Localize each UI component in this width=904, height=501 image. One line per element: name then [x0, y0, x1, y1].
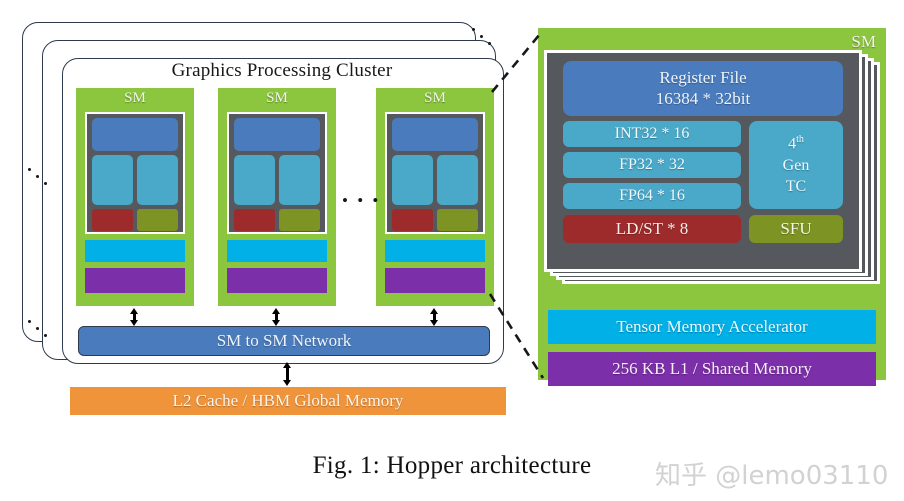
- sm-network-arrow: [430, 308, 439, 326]
- l1-shared-memory-bar[interactable]: 256 KB L1 / Shared Memory: [548, 352, 876, 386]
- gpc-stack-ellipsis: [28, 320, 54, 340]
- network-memory-arrow: [283, 362, 292, 386]
- cluster-sfu-block: [437, 209, 478, 231]
- cluster-alu-block-right: [137, 155, 178, 205]
- cluster-sm-core: [85, 112, 185, 234]
- register-file-size: 16384 * 32bit: [655, 88, 751, 108]
- gpc-stack-ellipsis: [472, 28, 498, 48]
- cluster-sm-label: SM: [266, 90, 288, 106]
- cluster-alu-block-left: [92, 155, 133, 205]
- tensor-core-gen-line: 4th: [788, 133, 804, 154]
- ldst-unit-block[interactable]: LD/ST * 8: [563, 215, 741, 243]
- cluster-sfu-block: [279, 209, 320, 231]
- cluster-ldst-block: [392, 209, 433, 231]
- cluster-tma-bar: [385, 240, 485, 262]
- fp32-unit-row[interactable]: FP32 * 32: [563, 152, 741, 178]
- tensor-memory-accelerator-bar[interactable]: Tensor Memory Accelerator: [548, 310, 876, 344]
- cluster-ldst-block: [234, 209, 275, 231]
- cluster-alu-block-left: [234, 155, 275, 205]
- sm-repeat-ellipsis: • • •: [342, 191, 381, 210]
- int32-unit-row[interactable]: INT32 * 16: [563, 121, 741, 147]
- cluster-register-file-block: [392, 118, 478, 151]
- gpc-title: Graphics Processing Cluster: [171, 60, 393, 81]
- tensor-core-gen-number: 4: [788, 135, 797, 153]
- cluster-sm-block[interactable]: SM: [218, 88, 336, 306]
- cluster-sm-label: SM: [424, 90, 446, 106]
- sm-detail-panel: SM Register File 16384 * 32bit INT32 * 1…: [538, 28, 886, 386]
- cluster-l1-bar: [85, 268, 185, 293]
- cluster-sm-block[interactable]: SM: [376, 88, 494, 306]
- cluster-register-file-block: [234, 118, 320, 151]
- cluster-alu-block-right: [279, 155, 320, 205]
- fp64-unit-row[interactable]: FP64 * 16: [563, 183, 741, 209]
- figure-canvas: Graphics Processing Cluster SM SM SM • •…: [0, 0, 904, 501]
- l2-cache-bar[interactable]: L2 Cache / HBM Global Memory: [70, 387, 506, 415]
- sm-network-arrow: [272, 308, 281, 326]
- tensor-core-gen-label: Gen: [782, 156, 810, 174]
- sfu-unit-block[interactable]: SFU: [749, 215, 843, 243]
- cluster-sm-label: SM: [124, 90, 146, 106]
- cluster-l1-bar: [227, 268, 327, 293]
- register-file-block[interactable]: Register File 16384 * 32bit: [563, 61, 843, 116]
- gpc-stack-ellipsis: [28, 168, 54, 188]
- tensor-core-gen-suffix: th: [796, 134, 804, 146]
- cluster-tma-bar: [85, 240, 185, 262]
- cluster-alu-block-right: [437, 155, 478, 205]
- cluster-tma-bar: [227, 240, 327, 262]
- tensor-core-abbrev: TC: [785, 177, 807, 195]
- cluster-sm-block[interactable]: SM: [76, 88, 194, 306]
- sm-to-sm-network-bar[interactable]: SM to SM Network: [78, 326, 490, 356]
- watermark: 知乎 @lemo03110: [655, 461, 889, 491]
- cluster-register-file-block: [92, 118, 178, 151]
- cluster-sfu-block: [137, 209, 178, 231]
- sm-partition-card-front: Register File 16384 * 32bit INT32 * 16 F…: [544, 50, 862, 272]
- cluster-sm-core: [385, 112, 485, 234]
- cluster-sm-core: [227, 112, 327, 234]
- tensor-core-block[interactable]: 4th Gen TC: [749, 121, 843, 209]
- cluster-alu-block-left: [392, 155, 433, 205]
- register-file-name: Register File: [659, 67, 747, 87]
- cluster-ldst-block: [92, 209, 133, 231]
- sm-network-arrow: [130, 308, 139, 326]
- sm-detail-panel-label: SM: [851, 32, 876, 51]
- cluster-l1-bar: [385, 268, 485, 293]
